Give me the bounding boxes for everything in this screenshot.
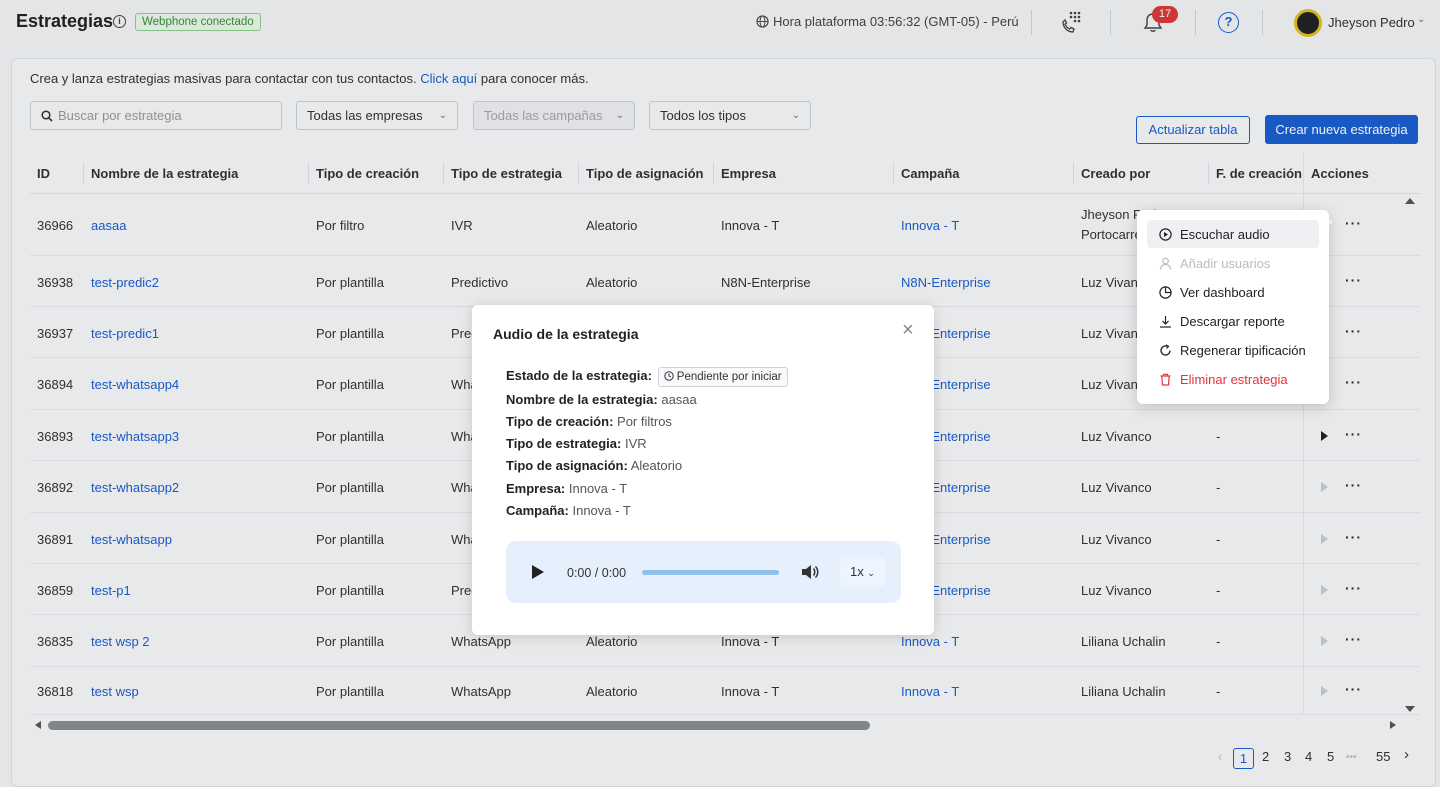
actions-menu: Escuchar audio Añadir usuarios Ver dashb… bbox=[1137, 210, 1329, 404]
audio-time: 0:00 / 0:00 bbox=[567, 566, 627, 580]
detail-value: Por filtros bbox=[617, 414, 672, 429]
detail-row: Campaña: Innova - T bbox=[506, 503, 631, 518]
play-circle-icon bbox=[1159, 227, 1172, 241]
menu-item-label: Ver dashboard bbox=[1180, 284, 1265, 300]
user-icon bbox=[1159, 257, 1172, 270]
play-icon[interactable] bbox=[532, 565, 544, 579]
clock-icon bbox=[663, 371, 674, 381]
detail-label: Campaña: bbox=[506, 503, 569, 518]
detail-row: Tipo de creación: Por filtros bbox=[506, 414, 672, 429]
menu-item-label: Añadir usuarios bbox=[1180, 255, 1271, 271]
audio-modal: Audio de la estrategia × Estado de la es… bbox=[472, 305, 934, 635]
detail-value: Aleatorio bbox=[630, 458, 683, 473]
playback-speed-select[interactable]: 1x ⌄ bbox=[840, 557, 885, 587]
detail-row: Tipo de estrategia: IVR bbox=[506, 436, 647, 451]
menu-item-label: Eliminar estrategia bbox=[1180, 371, 1288, 387]
detail-value: IVR bbox=[624, 436, 647, 451]
playback-speed-value: 1x bbox=[850, 564, 864, 579]
menu-item-eliminar-estrategia[interactable]: Eliminar estrategia bbox=[1147, 365, 1319, 393]
detail-label: Nombre de la estrategia: bbox=[506, 392, 658, 407]
trash-icon bbox=[1160, 373, 1171, 386]
menu-item-anadir-usuarios: Añadir usuarios bbox=[1147, 249, 1319, 277]
audio-progress-bar[interactable] bbox=[642, 570, 779, 575]
detail-label: Empresa: bbox=[506, 481, 566, 496]
detail-row: Tipo de asignación: Aleatorio bbox=[506, 458, 682, 473]
detail-value: aasaa bbox=[661, 392, 697, 407]
detail-label: Tipo de asignación: bbox=[506, 458, 628, 473]
menu-item-label: Escuchar audio bbox=[1180, 226, 1270, 242]
close-icon[interactable]: × bbox=[902, 320, 914, 340]
pie-chart-icon bbox=[1159, 285, 1172, 299]
status-value: Pendiente por iniciar bbox=[676, 371, 782, 383]
modal-title: Audio de la estrategia bbox=[493, 326, 639, 342]
status-row: Estado de la estrategia: Pendiente por i… bbox=[506, 367, 788, 387]
menu-item-label: Regenerar tipificación bbox=[1180, 342, 1306, 358]
download-icon bbox=[1160, 315, 1171, 328]
detail-row: Empresa: Innova - T bbox=[506, 481, 627, 496]
refresh-icon bbox=[1160, 343, 1171, 356]
chevron-down-icon: ⌄ bbox=[867, 568, 875, 578]
menu-item-label: Descargar reporte bbox=[1180, 313, 1285, 329]
detail-value: Innova - T bbox=[572, 503, 631, 518]
menu-item-regenerar-tipificacion[interactable]: Regenerar tipificación bbox=[1147, 336, 1319, 364]
detail-label: Tipo de creación: bbox=[506, 414, 614, 429]
detail-row: Nombre de la estrategia: aasaa bbox=[506, 392, 697, 407]
audio-player: 0:00 / 0:00 1x ⌄ bbox=[506, 541, 901, 603]
status-chip: Pendiente por iniciar bbox=[657, 367, 788, 387]
menu-item-escuchar-audio[interactable]: Escuchar audio bbox=[1147, 220, 1319, 248]
volume-icon[interactable] bbox=[800, 563, 820, 584]
detail-label: Tipo de estrategia: bbox=[506, 436, 622, 451]
status-label: Estado de la estrategia: bbox=[506, 368, 652, 383]
menu-item-ver-dashboard[interactable]: Ver dashboard bbox=[1147, 278, 1319, 306]
detail-value: Innova - T bbox=[568, 481, 628, 496]
menu-item-descargar-reporte[interactable]: Descargar reporte bbox=[1147, 307, 1319, 335]
